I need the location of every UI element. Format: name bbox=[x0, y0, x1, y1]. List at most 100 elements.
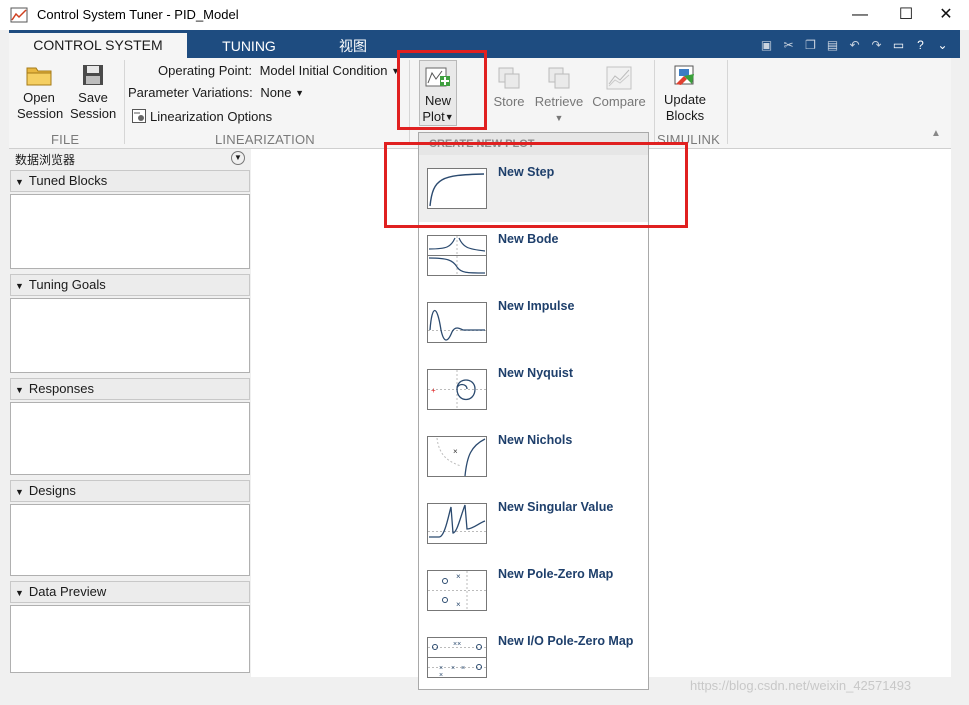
menu-item-new-singular-value[interactable]: New Singular Value bbox=[419, 490, 648, 557]
save-label-2: Session bbox=[70, 106, 117, 121]
app-icon bbox=[10, 7, 28, 23]
retrieve-icon bbox=[548, 67, 570, 89]
parameter-variations-label: Parameter Variations: bbox=[128, 85, 253, 100]
operating-point-value: Model Initial Condition bbox=[259, 63, 388, 78]
update-blocks-icon bbox=[674, 65, 694, 85]
operating-point-dropdown[interactable]: Model Initial Condition ▼ bbox=[260, 63, 400, 78]
collapse-ribbon-icon[interactable]: ▲ bbox=[931, 128, 941, 139]
section-label: Data Preview bbox=[28, 584, 107, 599]
section-label: Designs bbox=[28, 483, 76, 498]
ribbon-separator bbox=[124, 60, 125, 144]
title-bar: Control System Tuner - PID_Model — ☐ ✕ bbox=[0, 0, 969, 30]
browser-options-icon[interactable]: ▼ bbox=[231, 151, 245, 165]
store-button[interactable]: Store bbox=[489, 66, 529, 110]
section-data-preview-header[interactable]: ▼ Data Preview bbox=[10, 581, 250, 603]
open-label-1: Open bbox=[23, 90, 55, 105]
parameter-variations-dropdown[interactable]: None ▼ bbox=[260, 85, 304, 100]
paste-icon[interactable]: ▤ bbox=[823, 37, 842, 53]
menu-item-label: New Nichols bbox=[498, 433, 573, 447]
nichols-plot-icon: × bbox=[427, 436, 487, 477]
undo-icon[interactable]: ↶ bbox=[845, 37, 864, 53]
collapse-triangle-icon: ▼ bbox=[15, 385, 24, 395]
ribbon-separator bbox=[654, 60, 655, 144]
menu-item-label: New I/O Pole-Zero Map bbox=[498, 634, 634, 648]
section-tuning-goals-header[interactable]: ▼ Tuning Goals bbox=[10, 274, 250, 296]
collapse-triangle-icon: ▼ bbox=[15, 588, 24, 598]
update-label-2: Blocks bbox=[665, 108, 705, 123]
parameter-variations-row: Parameter Variations: None ▼ bbox=[128, 85, 304, 100]
open-label-2: Session bbox=[17, 106, 64, 121]
retrieve-button[interactable]: Retrieve ▼ bbox=[531, 66, 587, 126]
tuning-goals-list[interactable] bbox=[10, 298, 250, 373]
window-title: Control System Tuner - PID_Model bbox=[37, 7, 239, 22]
tuned-blocks-list[interactable] bbox=[10, 194, 250, 269]
responses-list[interactable] bbox=[10, 402, 250, 475]
highlight-new-step-annotation bbox=[384, 142, 688, 228]
chevron-down-icon: ▼ bbox=[295, 88, 305, 98]
menu-item-new-nichols[interactable]: × New Nichols bbox=[419, 423, 648, 490]
data-browser-header: 数据浏览器 ▼ bbox=[9, 149, 251, 167]
operating-point-label: Operating Point: bbox=[158, 63, 252, 78]
bode-plot-icon bbox=[427, 235, 487, 276]
save-label-1: Save bbox=[78, 90, 108, 105]
menu-item-new-bode[interactable]: New Bode bbox=[419, 222, 648, 289]
menu-item-new-io-pole-zero-map[interactable]: ×× × × × × New I/O Pole-Zero Map bbox=[419, 624, 648, 691]
menu-item-new-pole-zero-map[interactable]: × × New Pole-Zero Map bbox=[419, 557, 648, 624]
watermark-text: https://blog.csdn.net/weixin_42571493 bbox=[690, 678, 912, 693]
compare-label: Compare bbox=[592, 94, 646, 109]
help-icon[interactable]: ? bbox=[911, 37, 930, 53]
chevron-down-icon: ▼ bbox=[554, 113, 564, 123]
menu-item-new-nyquist[interactable]: + New Nyquist bbox=[419, 356, 648, 423]
copy-icon[interactable]: ❐ bbox=[801, 37, 820, 53]
data-browser-title: 数据浏览器 bbox=[15, 153, 76, 167]
menu-item-label: New Impulse bbox=[498, 299, 575, 313]
svg-text:×: × bbox=[439, 672, 443, 678]
folder-icon bbox=[26, 67, 52, 86]
compare-button[interactable]: Compare bbox=[589, 66, 649, 110]
section-label: Tuning Goals bbox=[28, 277, 106, 292]
svg-text:+: + bbox=[431, 386, 436, 395]
menu-item-label: New Singular Value bbox=[498, 500, 614, 514]
section-responses-header[interactable]: ▼ Responses bbox=[10, 378, 250, 400]
update-blocks-button[interactable]: Update Blocks bbox=[659, 64, 711, 124]
linearization-section-label: LINEARIZATION bbox=[215, 132, 315, 147]
highlight-new-plot-annotation bbox=[397, 50, 487, 130]
retrieve-label: Retrieve bbox=[534, 94, 584, 109]
expand-icon[interactable]: ⌄ bbox=[933, 37, 952, 53]
menu-item-label: New Bode bbox=[498, 232, 559, 246]
menu-item-new-impulse[interactable]: New Impulse bbox=[419, 289, 648, 356]
collapse-triangle-icon: ▼ bbox=[15, 281, 24, 291]
pole-zero-map-icon: × × bbox=[427, 570, 487, 611]
open-session-button[interactable]: Open Session bbox=[17, 64, 64, 122]
svg-text:×: × bbox=[456, 572, 461, 581]
svg-text:×: × bbox=[451, 665, 455, 672]
file-section-label: FILE bbox=[51, 132, 80, 147]
close-button[interactable]: ✕ bbox=[923, 0, 969, 30]
designs-list[interactable] bbox=[10, 504, 250, 576]
tab-control-system[interactable]: CONTROL SYSTEM bbox=[9, 33, 187, 58]
tab-tuning[interactable]: TUNING bbox=[197, 34, 301, 58]
section-designs-header[interactable]: ▼ Designs bbox=[10, 480, 250, 502]
window-edge bbox=[951, 58, 969, 677]
linearization-options-button[interactable]: Linearization Options bbox=[132, 109, 272, 124]
tab-view[interactable]: 视图 bbox=[325, 34, 381, 58]
parameter-variations-value: None bbox=[260, 85, 292, 100]
section-label: Responses bbox=[28, 381, 94, 396]
svg-text:××: ×× bbox=[453, 641, 461, 648]
redo-icon[interactable]: ↷ bbox=[867, 37, 886, 53]
section-tuned-blocks-header[interactable]: ▼ Tuned Blocks bbox=[10, 170, 250, 192]
io-pole-zero-map-icon: ×× × × × × bbox=[427, 637, 487, 678]
menu-item-label: New Nyquist bbox=[498, 366, 574, 380]
svg-text:×: × bbox=[456, 600, 461, 609]
ribbon-separator bbox=[727, 60, 728, 144]
save-icon[interactable]: ▣ bbox=[757, 37, 776, 53]
svg-text:×: × bbox=[461, 665, 465, 672]
nyquist-plot-icon: + bbox=[427, 369, 487, 410]
save-session-button[interactable]: Save Session bbox=[70, 64, 116, 122]
cut-icon[interactable]: ✂ bbox=[779, 37, 798, 53]
impulse-plot-icon bbox=[427, 302, 487, 343]
minimize-button[interactable]: — bbox=[837, 0, 883, 30]
menu-item-label: New Pole-Zero Map bbox=[498, 567, 614, 581]
window-layout-icon[interactable]: ▭ bbox=[889, 37, 908, 53]
store-label: Store bbox=[493, 94, 525, 109]
